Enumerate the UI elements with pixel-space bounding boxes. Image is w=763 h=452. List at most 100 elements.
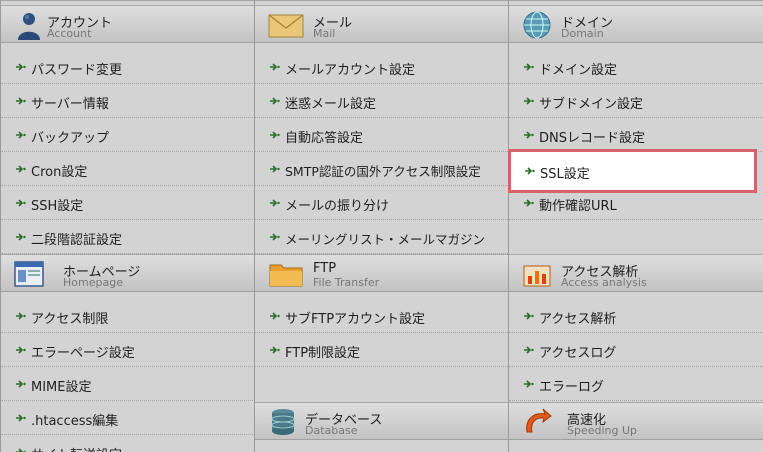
- section-subtitle: File Transfer: [313, 276, 380, 289]
- menu-item-spam[interactable]: 迷惑メール設定: [255, 84, 508, 118]
- speed-icon: [526, 408, 552, 433]
- menu-item-label: SMTP認証の国外アクセス制限設定: [285, 164, 481, 179]
- arrow-bullet-icon: [270, 199, 280, 207]
- section-subtitle: Database: [305, 424, 358, 437]
- menu-item-sub-ftp[interactable]: サブFTPアカウント設定: [255, 299, 508, 333]
- menu-column-1: アカウント Account パスワード変更 サーバー情報 バックアップ Cron…: [0, 0, 255, 452]
- menu-item-label: SSL設定: [540, 167, 590, 182]
- arrow-bullet-icon: [270, 97, 280, 105]
- section-header-access-analysis: アクセス解析 Access analysis: [509, 254, 763, 292]
- menu-item-smtp-restriction[interactable]: SMTP認証の国外アクセス制限設定: [255, 152, 508, 186]
- menu-item-mime[interactable]: MIME設定: [1, 367, 255, 401]
- menu-item-error-log[interactable]: エラーログ: [509, 367, 763, 401]
- menu-item-two-factor[interactable]: 二段階認証設定: [1, 220, 255, 254]
- menu-item-subdomain[interactable]: サブドメイン設定: [509, 84, 763, 118]
- section-subtitle: Speeding Up: [567, 424, 638, 437]
- menu-item-label: サブFTPアカウント設定: [285, 312, 426, 327]
- menu-item-site-redirect[interactable]: サイト転送設定: [1, 435, 255, 452]
- menu-item-label: バックアップ: [31, 131, 110, 146]
- menu-item-label: 動作確認URL: [539, 199, 617, 214]
- arrow-bullet-icon: [525, 167, 535, 175]
- menu-item-dns-record[interactable]: DNSレコード設定: [509, 118, 763, 152]
- menu-item-access-log[interactable]: アクセスログ: [509, 333, 763, 367]
- arrow-bullet-icon: [270, 233, 280, 241]
- menu-item-ssl-highlighted[interactable]: SSL設定: [508, 149, 757, 193]
- menu-item-backup[interactable]: バックアップ: [1, 118, 255, 152]
- homepage-icon: [14, 261, 44, 287]
- arrow-bullet-icon: [270, 63, 280, 71]
- menu-item-label: 迷惑メール設定: [285, 97, 377, 112]
- arrow-bullet-icon: [524, 63, 534, 71]
- account-icon: [18, 13, 40, 40]
- arrow-bullet-icon: [524, 312, 534, 320]
- menu-item-label: MIME設定: [31, 380, 92, 395]
- menu-item-ftp-restriction[interactable]: FTP制限設定: [255, 333, 508, 367]
- menu-item-label: .htaccess編集: [31, 414, 119, 429]
- arrow-bullet-icon: [270, 312, 280, 320]
- arrow-bullet-icon: [270, 346, 280, 354]
- empty-cell: [509, 220, 763, 254]
- server-panel-menu: アカウント Account パスワード変更 サーバー情報 バックアップ Cron…: [0, 0, 763, 452]
- menu-item-password-change[interactable]: パスワード変更: [1, 50, 255, 84]
- menu-item-label: ドメイン設定: [539, 63, 618, 78]
- arrow-bullet-icon: [270, 131, 280, 139]
- arrow-bullet-icon: [16, 380, 26, 388]
- arrow-bullet-icon: [16, 165, 26, 173]
- menu-item-label: サブドメイン設定: [539, 97, 644, 112]
- menu-item-mailing-list[interactable]: メーリングリスト・メールマガジン: [255, 220, 508, 254]
- section-subtitle: Domain: [561, 27, 604, 40]
- menu-item-mail-account[interactable]: メールアカウント設定: [255, 50, 508, 84]
- arrow-bullet-icon: [16, 63, 26, 71]
- menu-item-label: アクセス解析: [539, 312, 617, 327]
- section-header-database: データベース Database: [255, 402, 508, 440]
- menu-item-label: エラーページ設定: [31, 346, 135, 361]
- menu-item-label: DNSレコード設定: [539, 131, 645, 146]
- arrow-bullet-icon: [524, 131, 534, 139]
- arrow-bullet-icon: [524, 97, 534, 105]
- arrow-bullet-icon: [16, 199, 26, 207]
- arrow-bullet-icon: [524, 380, 534, 388]
- menu-item-mail-filter[interactable]: メールの振り分け: [255, 186, 508, 220]
- arrow-bullet-icon: [16, 131, 26, 139]
- menu-item-access-restriction[interactable]: アクセス制限: [1, 299, 255, 333]
- menu-item-cron[interactable]: Cron設定: [1, 152, 255, 186]
- arrow-bullet-icon: [270, 165, 280, 173]
- menu-item-domain-settings[interactable]: ドメイン設定: [509, 50, 763, 84]
- arrow-bullet-icon: [524, 199, 534, 207]
- database-icon: [271, 409, 295, 435]
- menu-item-error-page[interactable]: エラーページ設定: [1, 333, 255, 367]
- globe-icon: [523, 11, 551, 39]
- menu-item-label: FTP制限設定: [285, 346, 361, 361]
- section-title: FTP: [313, 261, 337, 276]
- menu-item-access-analysis[interactable]: アクセス解析: [509, 299, 763, 333]
- arrow-bullet-icon: [16, 346, 26, 354]
- menu-item-label: メールアカウント設定: [285, 63, 416, 78]
- arrow-bullet-icon: [16, 233, 26, 241]
- section-header-domain: ドメイン Domain: [509, 5, 763, 43]
- menu-item-server-info[interactable]: サーバー情報: [1, 84, 255, 118]
- menu-item-label: サイト転送設定: [31, 444, 122, 452]
- menu-item-ssh[interactable]: SSH設定: [1, 186, 255, 220]
- menu-item-label: パスワード変更: [31, 63, 123, 78]
- section-header-homepage: ホームページ Homepage: [1, 254, 255, 292]
- menu-item-label: アクセスログ: [539, 346, 617, 361]
- folder-icon: [269, 264, 303, 287]
- section-subtitle: Account: [47, 27, 92, 40]
- arrow-bullet-icon: [16, 414, 26, 422]
- menu-item-label: 自動応答設定: [285, 131, 364, 146]
- menu-item-label: サーバー情報: [31, 97, 109, 112]
- menu-item-label: エラーログ: [539, 380, 605, 395]
- menu-item-label: Cron設定: [31, 165, 88, 180]
- section-subtitle: Mail: [313, 27, 336, 40]
- mail-icon: [268, 14, 304, 38]
- menu-item-label: メーリングリスト・メールマガジン: [285, 232, 486, 247]
- section-header-mail: メール Mail: [255, 5, 508, 43]
- arrow-bullet-icon: [524, 346, 534, 354]
- menu-item-label: アクセス制限: [31, 312, 109, 327]
- menu-item-auto-reply[interactable]: 自動応答設定: [255, 118, 508, 152]
- menu-item-label: メールの振り分け: [285, 199, 390, 214]
- menu-item-htaccess[interactable]: .htaccess編集: [1, 401, 255, 435]
- menu-column-3: ドメイン Domain ドメイン設定 サブドメイン設定 DNSレコード設定 動作…: [508, 0, 763, 452]
- section-header-account: アカウント Account: [1, 5, 255, 43]
- section-subtitle: Homepage: [63, 276, 123, 289]
